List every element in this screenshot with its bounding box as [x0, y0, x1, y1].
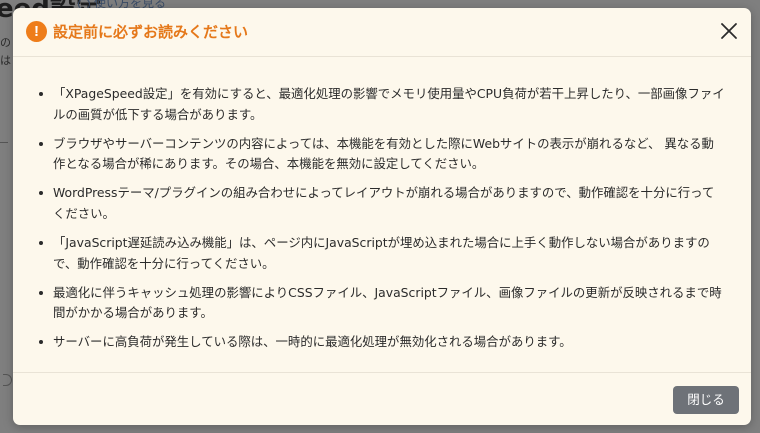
- note-text: サーバーに高負荷が発生している際は、一時的に最適化処理が無効化される場合がありま…: [53, 334, 572, 350]
- bullet-icon: [39, 191, 43, 196]
- note-text: 「JavaScript遅延読み込み機能」は、ページ内にJavaScriptが埋め…: [53, 235, 710, 271]
- modal-body: 「XPageSpeed設定」を有効にすると、最適化処理の影響でメモリ使用量やCP…: [13, 57, 751, 372]
- background-text-fragment: は: [0, 54, 11, 67]
- list-item: サーバーに高負荷が発生している際は、一時的に最適化処理が無効化される場合がありま…: [39, 332, 725, 353]
- list-item: 「JavaScript遅延読み込み機能」は、ページ内にJavaScriptが埋め…: [39, 233, 725, 274]
- bullet-icon: [39, 241, 43, 246]
- background-text-fragment: の: [0, 36, 11, 49]
- background-divider: [0, 142, 8, 143]
- list-item: 最適化に伴うキャッシュ処理の影響によりCSSファイル、JavaScriptファイ…: [39, 283, 725, 324]
- list-item: WordPressテーマ/プラグインの組み合わせによってレイアウトが崩れる場合が…: [39, 183, 725, 224]
- list-item: 「XPageSpeed設定」を有効にすると、最適化処理の影響でメモリ使用量やCP…: [39, 84, 725, 125]
- close-icon: [721, 23, 737, 39]
- bullet-icon: [39, 141, 43, 146]
- note-text: 「XPageSpeed設定」を有効にすると、最適化処理の影響でメモリ使用量やCP…: [53, 86, 725, 122]
- close-button[interactable]: 閉じる: [673, 386, 739, 414]
- list-item: ブラウザやサーバーコンテンツの内容によっては、本機能を有効とした際にWebサイト…: [39, 134, 725, 175]
- note-text: WordPressテーマ/プラグインの組み合わせによってレイアウトが崩れる場合が…: [53, 185, 715, 221]
- modal-title: 設定前に必ずお読みください: [53, 23, 249, 41]
- notes-list: 「XPageSpeed設定」を有効にすると、最適化処理の影響でメモリ使用量やCP…: [39, 84, 725, 362]
- notice-modal: ! 設定前に必ずお読みください 「XPageSpeed設定」を有効にすると、最適…: [13, 8, 751, 425]
- note-text: ブラウザやサーバーコンテンツの内容によっては、本機能を有効とした際にWebサイト…: [53, 135, 714, 172]
- note-text: 最適化に伴うキャッシュ処理の影響によりCSSファイル、JavaScriptファイ…: [53, 284, 722, 321]
- bullet-icon: [39, 92, 43, 96]
- bullet-icon: [39, 340, 43, 345]
- background-radio-icon: [3, 374, 12, 386]
- modal-header: ! 設定前に必ずお読みください: [13, 8, 751, 57]
- bullet-icon: [39, 290, 43, 295]
- modal-footer: 閉じる: [13, 372, 751, 425]
- close-icon-button[interactable]: [717, 19, 741, 43]
- warning-circle-icon: !: [26, 21, 47, 42]
